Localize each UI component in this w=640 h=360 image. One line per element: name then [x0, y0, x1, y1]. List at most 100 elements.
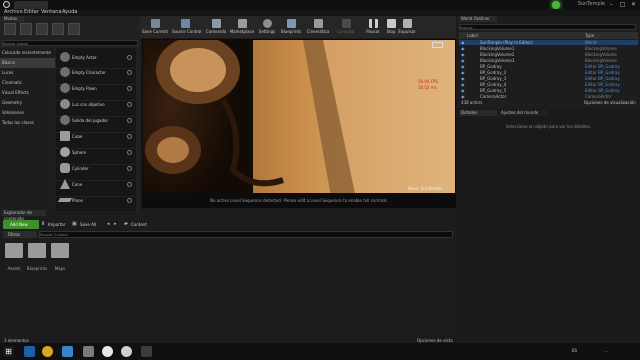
cinematics-button[interactable]: Cinemática — [305, 18, 331, 38]
info-icon[interactable] — [127, 55, 132, 60]
category-volumes[interactable]: Volúmenes — [0, 108, 55, 118]
actor-label: Cone — [72, 182, 83, 187]
info-icon[interactable] — [127, 150, 132, 155]
eye-icon[interactable]: ◉ — [461, 94, 465, 99]
eye-icon[interactable]: ◉ — [461, 40, 465, 45]
category-visual-effects[interactable]: Visual Effects — [0, 88, 55, 98]
clock[interactable]: ... — [604, 348, 608, 353]
table-row[interactable]: ◉ BP_Godray_5 Editar BP_Godray — [459, 88, 638, 93]
category-geometry[interactable]: Geometry — [0, 98, 55, 108]
file-explorer-icon[interactable] — [24, 346, 35, 357]
table-row[interactable]: ◉ BP_Godray_2 Editar BP_Godray — [459, 70, 638, 75]
blueprints-button[interactable]: Blueprints — [278, 18, 304, 38]
eye-icon[interactable]: ◉ — [461, 82, 465, 87]
table-row[interactable]: ◉ BlockingVolume1 BlockingVolume — [459, 46, 638, 51]
folder-label: Maps — [54, 266, 66, 271]
table-row[interactable]: ◉ BlockingVolume3 BlockingVolume — [459, 58, 638, 63]
landscape-mode-icon[interactable] — [36, 23, 48, 35]
app-icon[interactable] — [83, 346, 94, 357]
chrome-icon[interactable] — [42, 346, 53, 357]
import-button[interactable]: Importar — [48, 222, 65, 227]
tab-world-settings[interactable]: Ajustes del mundo — [499, 110, 549, 116]
outliner-view-options-button[interactable]: Opciones de visualización — [584, 100, 636, 105]
info-icon[interactable] — [127, 166, 132, 171]
breadcrumb[interactable]: Content — [131, 222, 147, 227]
unreal-editor-icon[interactable] — [121, 346, 132, 357]
folder-icon[interactable] — [51, 243, 69, 258]
marketplace-button[interactable]: Marketplace — [229, 18, 255, 38]
maximize-button[interactable]: □ — [617, 0, 628, 9]
forward-arrow-icon[interactable]: ▸ — [114, 221, 117, 227]
close-button[interactable]: ✕ — [628, 0, 639, 9]
info-icon[interactable] — [127, 182, 132, 187]
eye-icon[interactable]: ◉ — [461, 76, 465, 81]
category-lights[interactable]: Luces — [0, 68, 55, 78]
source-control-button[interactable]: Source Control — [172, 18, 201, 38]
menu-help[interactable]: Ayuda — [62, 9, 77, 16]
menu-window[interactable]: Ventana — [41, 9, 62, 16]
column-label[interactable]: Label — [467, 33, 478, 38]
info-icon[interactable] — [127, 198, 132, 203]
content-browser-tab[interactable]: Explorador de contenido — [2, 210, 46, 221]
save-current-button[interactable]: Save Current — [142, 18, 168, 38]
menu-edit[interactable]: Editar — [24, 9, 39, 16]
save-all-button[interactable]: Save All — [80, 222, 96, 227]
menu-file[interactable]: Archivo — [4, 9, 23, 16]
language-indicator[interactable]: ES — [572, 348, 577, 353]
paint-mode-icon[interactable] — [20, 23, 32, 35]
eject-button[interactable]: Expulsar — [394, 18, 420, 38]
info-icon[interactable] — [127, 134, 132, 139]
modes-tab[interactable]: Modos — [2, 16, 24, 22]
place-mode-icon[interactable] — [4, 23, 16, 35]
info-icon[interactable] — [127, 70, 132, 75]
info-icon[interactable] — [127, 86, 132, 91]
category-basic[interactable]: Básico — [0, 58, 55, 68]
info-icon[interactable] — [127, 102, 132, 107]
eye-icon[interactable]: ◉ — [461, 88, 465, 93]
folder-icon[interactable] — [28, 243, 46, 258]
info-icon[interactable] — [127, 118, 132, 123]
folder-icon[interactable] — [5, 243, 23, 258]
filters-button[interactable]: Filtros — [3, 231, 37, 238]
back-arrow-icon[interactable]: ◂ — [107, 221, 110, 227]
unreal-launcher-icon[interactable] — [102, 346, 113, 357]
level-viewport[interactable] — [142, 39, 456, 207]
eye-icon[interactable]: ◉ — [461, 52, 465, 57]
source-control-status-icon[interactable] — [552, 1, 560, 9]
unreal-logo-icon[interactable] — [3, 1, 10, 8]
eye-icon[interactable]: ◉ — [461, 70, 465, 75]
app-icon[interactable] — [62, 346, 73, 357]
foliage-mode-icon[interactable] — [52, 23, 64, 35]
viewport-options-icon[interactable] — [432, 42, 443, 48]
eye-icon[interactable]: ◉ — [461, 64, 465, 69]
content-button[interactable]: Contenido — [203, 18, 229, 38]
geometry-mode-icon[interactable] — [68, 23, 80, 35]
class-search-input[interactable] — [2, 40, 138, 46]
minimize-button[interactable]: – — [606, 0, 617, 9]
list-item[interactable] — [56, 192, 136, 213]
windows-start-icon[interactable]: ⊞ — [3, 346, 14, 357]
table-row[interactable]: ◉ BP_Godray Editar BP_Godray — [459, 64, 638, 69]
category-recent[interactable]: Colocado recientemente — [0, 48, 55, 58]
level-tab[interactable] — [14, 1, 48, 9]
content-icon — [211, 19, 221, 28]
table-row[interactable]: ◉ BP_Godray_3 Editar BP_Godray — [459, 76, 638, 81]
eye-icon[interactable]: ◉ — [461, 46, 465, 51]
table-row[interactable]: ◉ CameraActor CameraActor — [459, 94, 638, 99]
outliner-search-input[interactable] — [459, 24, 636, 30]
folder-label: Assets — [7, 266, 21, 271]
eye-icon[interactable]: ◉ — [461, 58, 465, 63]
column-type[interactable]: Type — [585, 33, 594, 38]
build-button[interactable]: Compilar — [333, 18, 359, 38]
tab-details[interactable]: Detalles — [459, 110, 497, 116]
world-outliner-tab[interactable]: World Outliner — [459, 16, 497, 22]
settings-button[interactable]: Settings — [254, 18, 280, 38]
add-new-button[interactable]: Add New — [3, 220, 39, 229]
app-icon[interactable] — [141, 346, 152, 357]
table-row[interactable]: ◉ BlockingVolume2 BlockingVolume — [459, 52, 638, 57]
content-search-input[interactable] — [39, 231, 453, 238]
category-cinematic[interactable]: Cinematic — [0, 78, 55, 88]
table-row[interactable]: ◉ SunTemple (Play In Editor) World — [459, 40, 638, 45]
category-all-classes[interactable]: Todas las clases — [0, 118, 55, 128]
table-row[interactable]: ◉ BP_Godray_4 Editar BP_Godray — [459, 82, 638, 87]
